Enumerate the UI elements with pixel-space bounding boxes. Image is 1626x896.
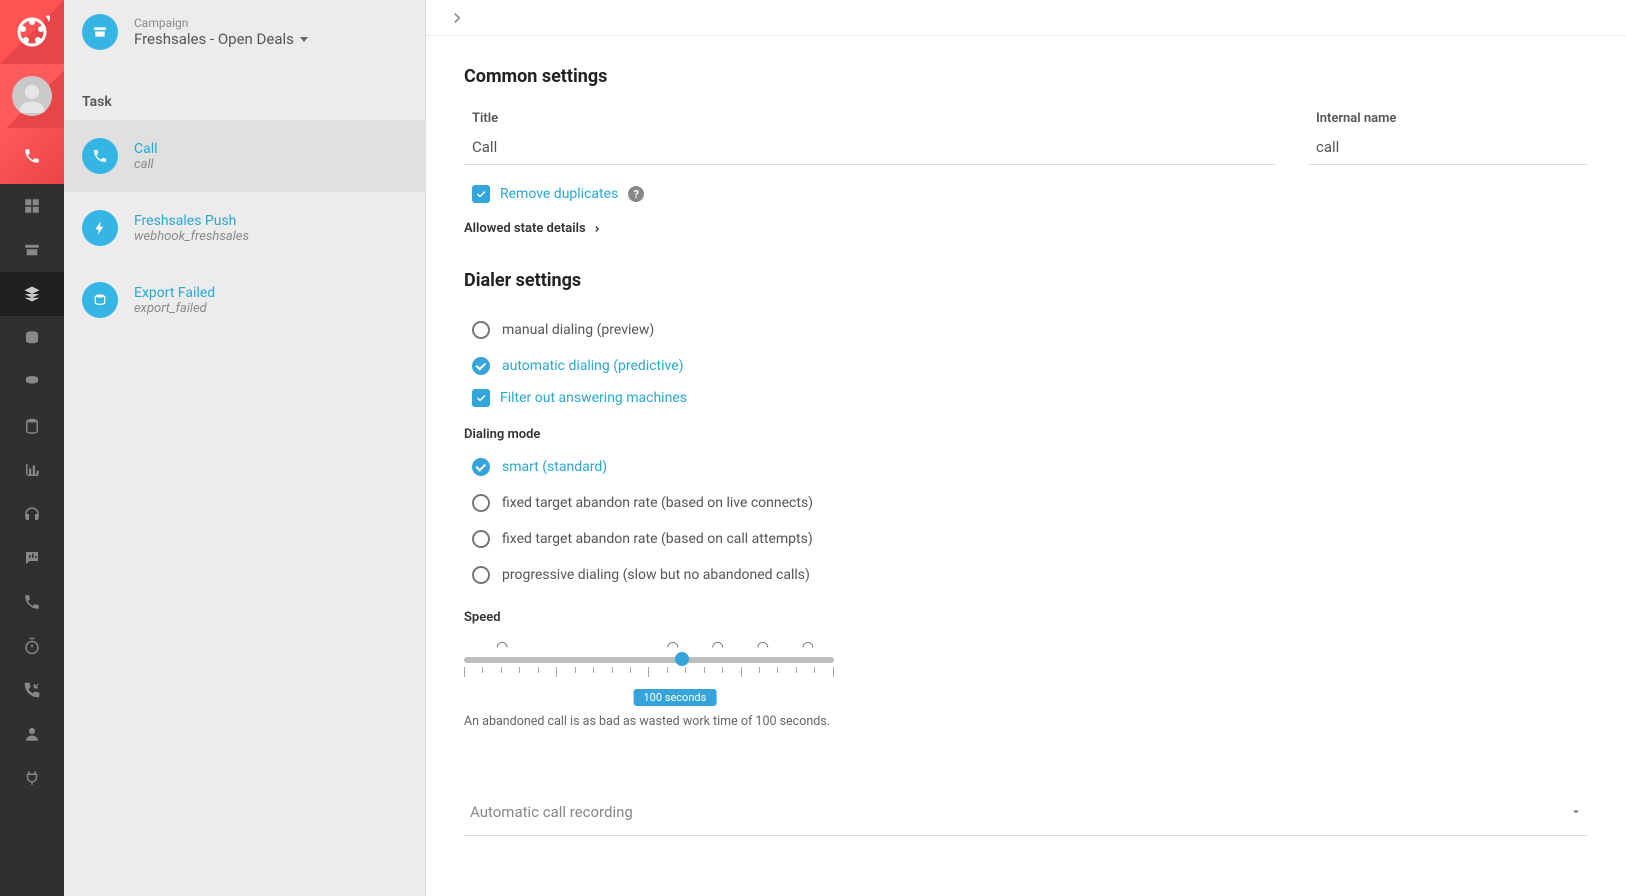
nav-headset-icon[interactable] bbox=[0, 492, 64, 536]
campaign-label: Campaign bbox=[134, 16, 308, 30]
task-slug: call bbox=[134, 157, 158, 172]
task-item-call[interactable]: Callcall bbox=[64, 120, 425, 192]
dialing-mode-label: Dialing mode bbox=[464, 427, 1588, 442]
radio-progressive[interactable]: progressive dialing (slow but no abandon… bbox=[464, 560, 1588, 590]
gauge-icon: ◠ bbox=[496, 639, 508, 655]
common-settings-heading: Common settings bbox=[464, 66, 1588, 87]
nav-phone-primary[interactable] bbox=[0, 128, 64, 184]
task-slug: export_failed bbox=[134, 301, 215, 316]
nav-chart-icon[interactable] bbox=[0, 448, 64, 492]
campaign-selector: Campaign Freshsales - Open Deals bbox=[64, 0, 425, 64]
caret-down-icon bbox=[300, 37, 308, 42]
caret-down-icon bbox=[1570, 806, 1582, 818]
radio-smart[interactable]: smart (standard) bbox=[464, 452, 1588, 482]
internal-name-label: Internal name bbox=[1308, 111, 1588, 126]
task-title: Export Failed bbox=[134, 285, 215, 301]
campaign-icon[interactable] bbox=[82, 14, 118, 50]
task-item-export[interactable]: Export Failedexport_failed bbox=[64, 264, 425, 336]
nav-rail bbox=[0, 0, 64, 896]
bolt-icon bbox=[82, 210, 118, 246]
phone-icon bbox=[82, 138, 118, 174]
task-title: Call bbox=[134, 141, 158, 157]
export-icon bbox=[82, 282, 118, 318]
main-content: Common settings Title Internal name Remo… bbox=[426, 0, 1626, 896]
breadcrumb-bar bbox=[426, 0, 1626, 36]
slider-thumb[interactable] bbox=[675, 652, 689, 666]
dialer-settings-heading: Dialer settings bbox=[464, 270, 1588, 291]
nav-dashboard-icon[interactable] bbox=[0, 184, 64, 228]
radio-auto[interactable]: automatic dialing (predictive) bbox=[464, 351, 1588, 381]
nav-db-icon[interactable] bbox=[0, 404, 64, 448]
filter-am-checkbox[interactable] bbox=[472, 389, 490, 407]
nav-avatar[interactable] bbox=[0, 64, 64, 128]
gauge-icon: ◠ bbox=[757, 639, 769, 655]
gauge-icon: ◠ bbox=[712, 639, 724, 655]
nav-phone-in-icon[interactable] bbox=[0, 668, 64, 712]
gauge-icon: ◠ bbox=[802, 639, 814, 655]
speed-label: Speed bbox=[464, 610, 1588, 625]
task-panel: Campaign Freshsales - Open Deals Task Ca… bbox=[64, 0, 426, 896]
nav-plug-icon[interactable] bbox=[0, 756, 64, 800]
slider-ruler bbox=[464, 667, 834, 677]
task-title: Freshsales Push bbox=[134, 213, 249, 229]
help-icon[interactable]: ? bbox=[628, 186, 644, 202]
app-logo[interactable] bbox=[0, 0, 64, 64]
title-label: Title bbox=[464, 111, 1276, 126]
nav-coins1-icon[interactable] bbox=[0, 316, 64, 360]
title-input[interactable] bbox=[464, 130, 1276, 165]
radio-fixed-attempts[interactable]: fixed target abandon rate (based on call… bbox=[464, 524, 1588, 554]
chevron-right-icon[interactable] bbox=[448, 9, 466, 27]
nav-coins2-icon[interactable] bbox=[0, 360, 64, 404]
speed-slider[interactable]: ◠ ◠ ◠ ◠ ◠ 100 sec bbox=[464, 639, 834, 706]
filter-am-label: Filter out answering machines bbox=[500, 390, 687, 406]
nav-layers-icon[interactable] bbox=[0, 272, 64, 316]
task-slug: webhook_freshsales bbox=[134, 229, 249, 244]
nav-user-icon[interactable] bbox=[0, 712, 64, 756]
radio-fixed-live[interactable]: fixed target abandon rate (based on live… bbox=[464, 488, 1588, 518]
remove-dup-checkbox[interactable] bbox=[472, 185, 490, 203]
radio-manual[interactable]: manual dialing (preview) bbox=[464, 315, 1588, 345]
slider-track[interactable] bbox=[464, 657, 834, 663]
nav-archive-icon[interactable] bbox=[0, 228, 64, 272]
task-section-label: Task bbox=[64, 64, 425, 120]
speed-badge: 100 seconds bbox=[634, 689, 717, 706]
campaign-dropdown[interactable]: Freshsales - Open Deals bbox=[134, 30, 308, 48]
chevron-right-icon bbox=[592, 224, 602, 234]
task-item-push[interactable]: Freshsales Pushwebhook_freshsales bbox=[64, 192, 425, 264]
remove-dup-label: Remove duplicates bbox=[500, 186, 618, 202]
nav-phone-icon[interactable] bbox=[0, 580, 64, 624]
nav-timer-icon[interactable] bbox=[0, 624, 64, 668]
internal-name-input[interactable] bbox=[1308, 130, 1588, 165]
allowed-state-expand[interactable]: Allowed state details bbox=[464, 221, 1588, 236]
speed-help-text: An abandoned call is as bad as wasted wo… bbox=[464, 714, 1588, 729]
accordion-recording[interactable]: Automatic call recording bbox=[464, 789, 1588, 836]
nav-message-chart-icon[interactable] bbox=[0, 536, 64, 580]
